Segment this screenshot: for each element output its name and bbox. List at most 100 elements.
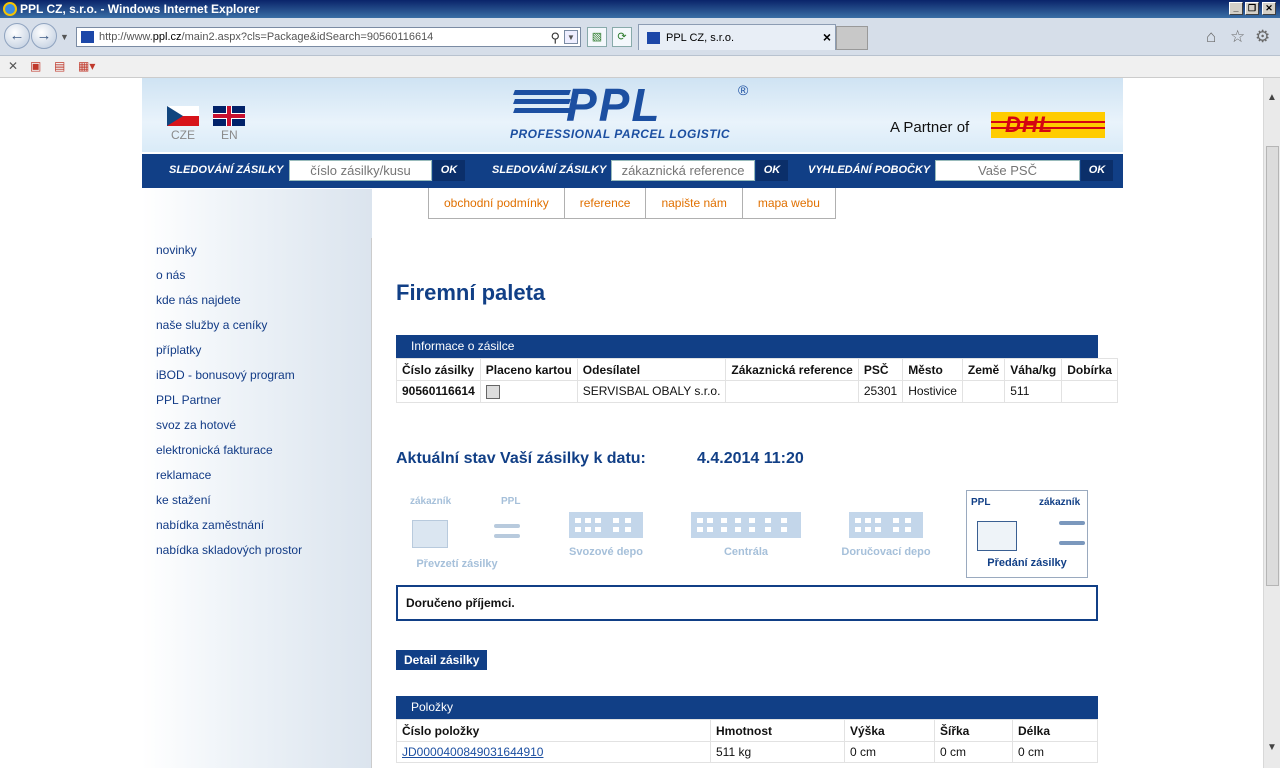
scroll-thumb[interactable] <box>1266 146 1279 586</box>
home-icon[interactable]: ⌂ <box>1206 27 1216 47</box>
page-scrollbar[interactable]: ▲ ▼ <box>1263 78 1280 768</box>
lang-cz-label[interactable]: CZE <box>171 128 195 142</box>
sidebar-item-ke-stazeni[interactable]: ke stažení <box>156 493 302 518</box>
content-divider <box>371 238 372 768</box>
stage1-caption: Převzetí zásilky <box>416 558 498 570</box>
stage-svozove-depo: Svozové depo <box>562 490 650 578</box>
postal-code-input[interactable] <box>935 160 1080 181</box>
registered-mark: ® <box>738 82 749 98</box>
delivery-status-box: Doručeno příjemci. <box>396 585 1098 621</box>
parcel-icon <box>412 520 448 548</box>
sidebar-item-svoz-za-hotove[interactable]: svoz za hotové <box>156 418 302 443</box>
tab-favicon-icon <box>647 32 660 44</box>
cell-item-length: 0 cm <box>1012 741 1098 763</box>
toolbar-icon-2[interactable]: ▤ <box>54 59 65 73</box>
sidebar-item-ibod[interactable]: iBOD - bonusový program <box>156 368 302 393</box>
ppl-logo[interactable]: PPL ® PROFESSIONAL PARCEL LOGISTIC <box>510 79 760 141</box>
minimize-button[interactable]: _ <box>1229 2 1243 15</box>
menu-reference[interactable]: reference <box>565 188 647 218</box>
maximize-button[interactable]: ❐ <box>1245 2 1259 15</box>
item-number-link[interactable]: JD0000400849031644910 <box>402 745 543 759</box>
toolbar-icon-1[interactable]: ▣ <box>30 59 41 73</box>
col-psc: PSČ <box>857 358 904 381</box>
favorites-star-icon[interactable]: ☆ <box>1230 27 1245 47</box>
close-window-button[interactable]: ✕ <box>1262 2 1276 15</box>
address-url[interactable]: http://www.ppl.cz/main2.aspx?cls=Package… <box>99 31 433 43</box>
uk-flag-icon[interactable] <box>213 106 245 126</box>
track-shipment-label: SLEDOVÁNÍ ZÁSILKY <box>169 164 284 176</box>
cell-shipment-no: 90560116614 <box>396 380 481 403</box>
menu-mapa-webu[interactable]: mapa webu <box>743 188 835 218</box>
tab-close-icon[interactable]: × <box>823 29 831 45</box>
sidebar-item-skladove-prostory[interactable]: nabídka skladových prostor <box>156 543 302 568</box>
track-shipment-ok-button[interactable]: OK <box>433 160 465 181</box>
close-x-icon[interactable]: ✕ <box>8 59 18 73</box>
branch-search-ok-button[interactable]: OK <box>1081 160 1113 181</box>
czech-flag-icon[interactable] <box>167 106 199 126</box>
dhl-logo[interactable]: DHL <box>991 112 1105 138</box>
web-page: CZE EN PPL ® PROFESSIONAL PARCEL LOGISTI… <box>142 78 1123 768</box>
stage2-caption: Svozové depo <box>569 546 643 558</box>
stage3-caption: Centrála <box>723 546 769 558</box>
sidebar-item-sluzby-ceniky[interactable]: naše služby a ceníky <box>156 318 302 343</box>
history-dropdown-icon[interactable]: ▼ <box>60 32 69 42</box>
search-icon[interactable]: ⚲ <box>550 30 560 46</box>
hub-building-icon <box>691 512 801 538</box>
hand-icon <box>494 534 520 538</box>
sidebar-item-priplatky[interactable]: příplatky <box>156 343 302 368</box>
cell-country <box>961 380 1006 403</box>
scroll-up-icon[interactable]: ▲ <box>1267 92 1277 103</box>
col-cislo-polozky: Číslo položky <box>396 719 711 742</box>
scroll-down-icon[interactable]: ▼ <box>1267 742 1277 753</box>
table-header-row: Číslo zásilky Placeno kartou Odesílatel … <box>396 358 1118 381</box>
command-bar: ✕ ▣ ▤ ▦▾ <box>0 56 1280 78</box>
col-zakaznicka-reference: Zákaznická reference <box>725 358 859 381</box>
sidebar-item-zamestnani[interactable]: nabídka zaměstnání <box>156 518 302 543</box>
address-dropdown-icon[interactable]: ▼ <box>564 30 578 44</box>
shipment-number-input[interactable] <box>289 160 432 181</box>
back-icon[interactable]: ← <box>4 23 30 49</box>
menu-napiste-nam[interactable]: napište nám <box>646 188 743 218</box>
col-delka: Délka <box>1012 719 1098 742</box>
address-bar[interactable]: http://www.ppl.cz/main2.aspx?cls=Package… <box>76 27 581 47</box>
col-odesilatel: Odesílatel <box>576 358 727 381</box>
stage-prevzeti: zákazník PPL Převzetí zásilky <box>402 490 520 578</box>
shipment-info-table: Číslo zásilky Placeno kartou Odesílatel … <box>396 358 1118 403</box>
sidebar-item-o-nas[interactable]: o nás <box>156 268 302 293</box>
customer-reference-input[interactable] <box>611 160 755 181</box>
status-date: 4.4.2014 11:20 <box>697 450 804 467</box>
gear-icon[interactable]: ⚙ <box>1255 27 1270 47</box>
menu-obchodni-podminky[interactable]: obchodní podmínky <box>429 188 565 218</box>
col-vyska: Výška <box>844 719 935 742</box>
lang-en-label[interactable]: EN <box>221 128 238 142</box>
refresh-icon[interactable]: ⟳ <box>612 27 632 47</box>
compatibility-view-icon[interactable]: ▧ <box>587 27 607 47</box>
tab-title: PPL CZ, s.r.o. <box>666 32 735 44</box>
info-section-header: Informace o zásilce <box>396 335 1098 358</box>
browser-tab[interactable]: PPL CZ, s.r.o. × <box>638 24 836 50</box>
stage5-customer-label: zákazník <box>1039 497 1081 508</box>
sidebar-item-novinky[interactable]: novinky <box>156 243 302 268</box>
cell-reference <box>725 380 859 403</box>
toolbar-icon-3[interactable]: ▦▾ <box>78 59 95 73</box>
dhl-logo-text: DHL <box>1005 112 1054 137</box>
cell-item-height: 0 cm <box>844 741 935 763</box>
delivery-depot-icon <box>849 512 923 538</box>
sidebar-item-reklamace[interactable]: reklamace <box>156 468 302 493</box>
track-reference-ok-button[interactable]: OK <box>756 160 788 181</box>
new-tab-button[interactable] <box>836 26 868 50</box>
items-table: Číslo položky Hmotnost Výška Šířka Délka… <box>396 719 1098 763</box>
items-section-header: Položky <box>396 696 1098 719</box>
shipment-detail-button[interactable]: Detail zásilky <box>396 650 488 670</box>
forward-icon[interactable]: → <box>31 23 57 49</box>
col-zeme: Země <box>961 358 1006 381</box>
col-sirka: Šířka <box>934 719 1013 742</box>
sidebar-item-fakturace[interactable]: elektronická fakturace <box>156 443 302 468</box>
depot-building-icon <box>569 512 643 538</box>
ppl-logo-subtitle: PROFESSIONAL PARCEL LOGISTIC <box>510 127 731 141</box>
card-paid-checkbox[interactable] <box>485 384 500 399</box>
branch-search-label: VYHLEDÁNÍ POBOČKY <box>808 164 931 176</box>
cell-item-weight: 511 kg <box>710 741 845 763</box>
sidebar-item-ppl-partner[interactable]: PPL Partner <box>156 393 302 418</box>
sidebar-item-kde-nas-najdete[interactable]: kde nás najdete <box>156 293 302 318</box>
